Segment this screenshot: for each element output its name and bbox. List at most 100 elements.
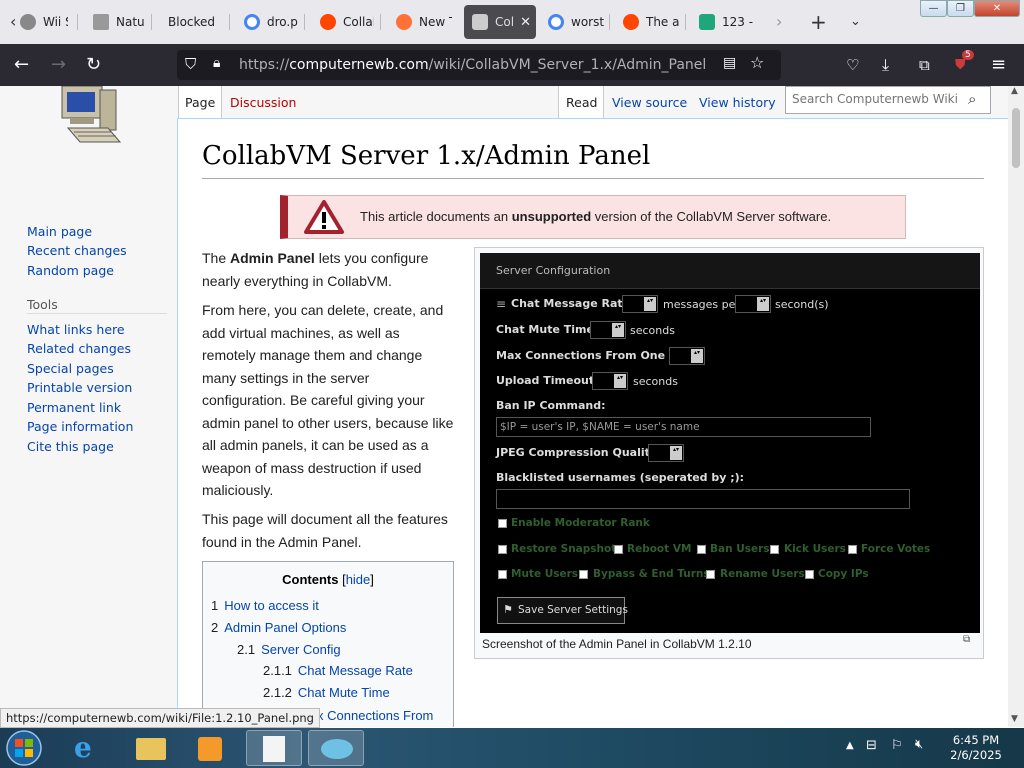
lock-icon[interactable]: 🔒︎ bbox=[213, 55, 220, 71]
page-scrollbar[interactable]: ▲ ▼ bbox=[1008, 86, 1024, 727]
pocket-icon[interactable]: ♡ bbox=[846, 53, 859, 77]
show-hidden-icons[interactable]: ▲ bbox=[846, 740, 854, 751]
tab-2[interactable]: Natur bbox=[93, 5, 145, 39]
tab-view-source[interactable]: View source bbox=[612, 86, 687, 118]
sidebar-item-what-links-here[interactable]: What links here bbox=[27, 322, 125, 337]
sidebar-item-cite-this-page[interactable]: Cite this page bbox=[27, 439, 114, 454]
chat-rate-label: Chat Message Rate: bbox=[511, 297, 635, 310]
forward-icon[interactable]: → bbox=[51, 53, 66, 77]
toc-hide-link[interactable]: hide bbox=[346, 572, 371, 587]
tab-close-icon[interactable]: ✕ bbox=[520, 15, 531, 30]
seconds-paren-label: second(s) bbox=[775, 298, 829, 311]
url-bar[interactable]: ⛉ 🔒︎ https://computernewb.com/wiki/Colla… bbox=[177, 50, 781, 80]
menu-icon[interactable]: ≡ bbox=[991, 53, 1006, 77]
perm-checkbox bbox=[579, 570, 588, 579]
tab-discussion[interactable]: Discussion bbox=[230, 86, 296, 118]
perm-checkbox bbox=[770, 545, 779, 554]
extension-badge: 5 bbox=[962, 50, 974, 60]
minimize-icon[interactable]: — bbox=[920, 0, 947, 17]
perm-checkbox bbox=[805, 570, 814, 579]
tab-view-history[interactable]: View history bbox=[699, 86, 776, 118]
action-center-flag-icon[interactable]: ⚐ bbox=[891, 738, 903, 753]
tab-9[interactable]: The a bbox=[623, 5, 679, 39]
max-connections-label: Max Connections From One IP: bbox=[496, 349, 686, 362]
toc-item[interactable]: 2.1 Server Config bbox=[237, 642, 341, 657]
url-text[interactable]: https://computernewb.com/wiki/CollabVM_S… bbox=[239, 57, 706, 73]
sidebar-item-printable-version[interactable]: Printable version bbox=[27, 380, 132, 395]
tab-3[interactable]: Blocked bbox=[168, 5, 224, 39]
admin-panel-screenshot[interactable]: Server Configuration ≡ Chat Message Rate… bbox=[480, 253, 980, 633]
chat-rate-seconds-stepper bbox=[735, 295, 771, 313]
shield-icon[interactable]: ⛉ bbox=[185, 55, 196, 73]
tab-scroll-left-icon[interactable]: ‹ bbox=[10, 12, 16, 32]
internet-explorer-icon[interactable]: e bbox=[60, 730, 116, 766]
search-icon[interactable]: ⌕ bbox=[968, 90, 976, 108]
volume-muted-icon[interactable]: 🔇︎ bbox=[915, 737, 923, 752]
new-tab-icon[interactable]: + bbox=[810, 12, 827, 32]
content-area: CollabVM Server 1.x/Admin Panel This art… bbox=[177, 118, 1008, 727]
sidebar-item-recent-changes[interactable]: Recent changes bbox=[27, 243, 127, 258]
sidebar-item-permanent-link[interactable]: Permanent link bbox=[27, 400, 121, 415]
search-input[interactable] bbox=[792, 92, 960, 106]
restore-icon[interactable]: ❐ bbox=[947, 0, 974, 17]
tab-1[interactable]: Wii S bbox=[20, 5, 68, 39]
downloads-icon[interactable]: ⤓ bbox=[882, 53, 889, 77]
taskbar-clock[interactable]: 6:45 PM 2/6/2025 bbox=[936, 733, 1016, 763]
wiki-page: Main page Recent changes Random page Too… bbox=[0, 86, 1008, 727]
perm-label: Mute Users bbox=[511, 568, 579, 580]
list-tabs-icon[interactable]: ⌄ bbox=[850, 12, 861, 32]
file-explorer-icon[interactable] bbox=[122, 730, 178, 766]
bookmark-star-icon[interactable]: ☆ bbox=[750, 53, 764, 72]
sidebar-item-page-information[interactable]: Page information bbox=[27, 419, 133, 434]
sidebar-item-main-page[interactable]: Main page bbox=[27, 224, 92, 239]
toc-item[interactable]: 2.1.1 Chat Message Rate bbox=[263, 663, 413, 678]
media-player-icon[interactable] bbox=[182, 730, 238, 766]
sidebar-tools-heading: Tools bbox=[27, 297, 58, 312]
tab-10[interactable]: 123 - bbox=[699, 5, 755, 39]
tab-read[interactable]: Read bbox=[558, 86, 604, 118]
tab-6[interactable]: New T bbox=[396, 5, 452, 39]
perm-checkbox bbox=[697, 545, 706, 554]
scroll-thumb[interactable] bbox=[1012, 108, 1020, 168]
toc-item[interactable]: 2.1.2 Chat Mute Time bbox=[263, 685, 390, 700]
blacklist-label: Blacklisted usernames (seperated by ;): bbox=[496, 471, 745, 484]
thumbnail-figure: Server Configuration ≡ Chat Message Rate… bbox=[474, 247, 984, 659]
mute-seconds-label: seconds bbox=[630, 324, 675, 337]
scroll-up-icon[interactable]: ▲ bbox=[1011, 86, 1018, 96]
perm-label: Bypass & End Turns bbox=[593, 568, 710, 580]
warning-icon bbox=[304, 200, 344, 234]
tab-page[interactable]: Page bbox=[178, 86, 222, 118]
sidebar-item-related-changes[interactable]: Related changes bbox=[27, 341, 131, 356]
reader-view-icon[interactable]: ▤ bbox=[723, 55, 736, 71]
notepad-icon[interactable] bbox=[246, 730, 302, 766]
toc-item[interactable]: 1 How to access it bbox=[211, 598, 319, 613]
perm-checkbox bbox=[498, 545, 507, 554]
extensions-icon[interactable]: ⧉ bbox=[919, 53, 930, 77]
close-window-icon[interactable]: ✕ bbox=[974, 0, 1020, 17]
sidebar-item-random-page[interactable]: Random page bbox=[27, 263, 114, 278]
perm-checkbox bbox=[498, 570, 507, 579]
perm-checkbox bbox=[848, 545, 857, 554]
tab-active[interactable]: Col ✕ bbox=[464, 5, 536, 39]
tab-8[interactable]: worst bbox=[548, 5, 604, 39]
reload-icon[interactable]: ↻ bbox=[86, 53, 101, 77]
tab-4[interactable]: dro.p bbox=[244, 5, 298, 39]
tab-scroll-right-icon[interactable]: › bbox=[776, 12, 782, 32]
mod-rank-label: Enable Moderator Rank bbox=[511, 517, 650, 529]
site-logo[interactable] bbox=[50, 86, 126, 158]
save-server-settings-button: ⚑ Save Server Settings bbox=[497, 597, 628, 624]
firefox-taskbar-icon[interactable] bbox=[308, 730, 364, 766]
perm-label: Restore Snapshot bbox=[511, 543, 617, 555]
notice-text: This article documents an unsupported ve… bbox=[360, 209, 832, 224]
tab-5[interactable]: Collal bbox=[320, 5, 374, 39]
perm-label: Rename Users bbox=[720, 568, 805, 580]
start-orb-icon[interactable] bbox=[4, 729, 44, 767]
network-icon[interactable]: ⊟ bbox=[866, 738, 877, 753]
back-icon[interactable]: ← bbox=[14, 53, 29, 77]
toc-item[interactable]: 2 Admin Panel Options bbox=[211, 620, 346, 635]
perm-checkbox bbox=[614, 545, 623, 554]
scroll-down-icon[interactable]: ▼ bbox=[1011, 714, 1018, 724]
sidebar-item-special-pages[interactable]: Special pages bbox=[27, 361, 114, 376]
jpeg-quality-stepper bbox=[648, 444, 684, 462]
enlarge-icon[interactable]: ⧉ bbox=[963, 634, 970, 645]
